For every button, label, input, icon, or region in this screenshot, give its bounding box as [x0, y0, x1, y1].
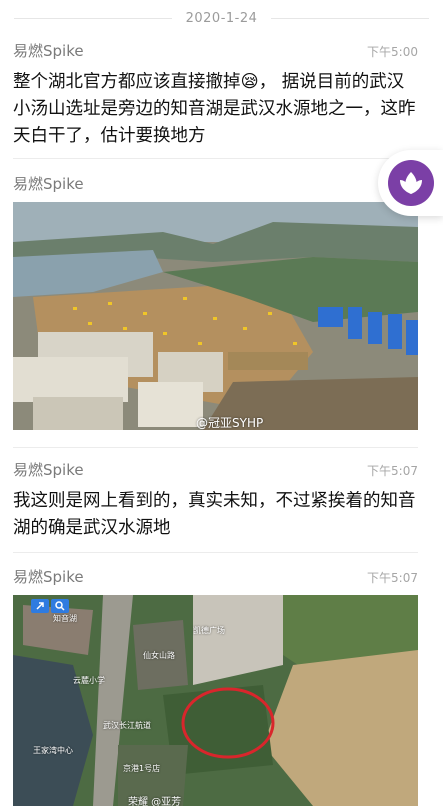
construction-site-photo[interactable]: @冠亚SYHP — [13, 202, 418, 430]
search-icon — [55, 601, 65, 611]
map-label: 武汉长江航道 — [103, 721, 151, 730]
post-header: 易燃Spike — [13, 173, 418, 199]
post-header: 易燃Spike 下午5:00 — [13, 40, 418, 66]
arrow-icon — [36, 602, 44, 610]
divider-line-right — [271, 17, 429, 19]
author-name[interactable]: 易燃Spike — [13, 40, 84, 61]
date-label: 2020-1-24 — [185, 10, 258, 26]
post-header: 易燃Spike 下午5:07 — [13, 459, 418, 485]
author-name[interactable]: 易燃Spike — [13, 173, 84, 194]
post-time: 下午5:07 — [367, 571, 418, 585]
construction-site-image — [13, 202, 418, 430]
map-search-button[interactable] — [51, 599, 69, 613]
post-item: 易燃Spike 下午5:07 — [13, 566, 418, 592]
post-header: 易燃Spike 下午5:07 — [13, 566, 418, 592]
post-divider — [13, 552, 418, 553]
post-text: 整个湖北官方都应该直接撤掉😪， 据说目前的武汉小汤山选址是旁边的知音湖是武汉水源… — [13, 72, 416, 146]
map-watermark: 荣耀 @亚芳 — [128, 797, 182, 806]
image-watermark: @冠亚SYHP — [196, 416, 264, 430]
post-divider — [13, 158, 418, 159]
map-label: 仙女山路 — [143, 651, 175, 660]
floating-app-button[interactable] — [378, 150, 443, 216]
post-item: 易燃Spike — [13, 173, 418, 199]
map-label: 凯德广场 — [193, 626, 225, 635]
map-label: 云麓小学 — [73, 676, 105, 685]
satellite-map-screenshot[interactable]: 知音湖 武汉长江航道 仙女山路 云麓小学 王家湾中心 京港1号店 凯德广场 荣耀… — [13, 595, 418, 806]
post-time: 下午5:07 — [367, 464, 418, 478]
post-item: 易燃Spike 下午5:07 我这则是网上看到的，真实未知，不过紧挨着的知音湖的… — [13, 459, 418, 542]
map-label: 王家湾中心 — [33, 746, 73, 755]
author-name[interactable]: 易燃Spike — [13, 566, 84, 587]
map-direction-button[interactable] — [31, 599, 49, 613]
purple-leaf-app-icon — [387, 160, 434, 206]
post-text: 我这则是网上看到的，真实未知，不过紧挨着的知音湖的确是武汉水源地 — [13, 491, 416, 538]
map-label: 京港1号店 — [123, 764, 161, 773]
author-name[interactable]: 易燃Spike — [13, 459, 84, 480]
post-time: 下午5:00 — [367, 45, 418, 59]
post-item: 易燃Spike 下午5:00 整个湖北官方都应该直接撤掉😪， 据说目前的武汉小汤… — [13, 40, 418, 150]
divider-line-left — [14, 17, 172, 19]
map-toolbar — [31, 599, 69, 613]
post-divider — [13, 447, 418, 448]
map-label: 知音湖 — [53, 614, 77, 623]
date-divider: 2020-1-24 — [0, 0, 443, 36]
leaf-icon — [399, 172, 422, 194]
